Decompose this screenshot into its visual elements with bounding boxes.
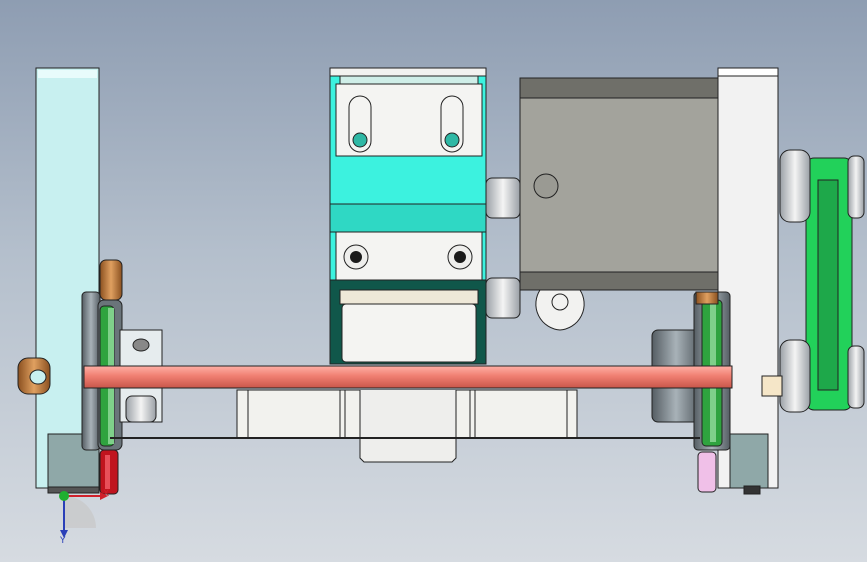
x-axis-label: X	[103, 489, 110, 499]
bronze-bushing-shaft-end	[17, 357, 51, 395]
coordinate-triad[interactable]	[59, 491, 108, 538]
y-axis-label: Y	[60, 536, 66, 546]
motor-housing[interactable]	[519, 77, 719, 331]
lower-base-block	[236, 389, 578, 463]
timing-belt[interactable]	[805, 157, 853, 411]
cad-viewport[interactable]: X Y	[0, 0, 867, 562]
drive-shaft[interactable]	[83, 365, 733, 389]
red-roller[interactable]	[99, 449, 119, 495]
air-fitting-upper	[485, 177, 521, 219]
belt-shaft-stub	[761, 375, 783, 397]
slider-block[interactable]	[329, 67, 487, 365]
air-fitting-lower	[485, 277, 521, 319]
assembly-drawing	[17, 67, 865, 538]
pink-roller[interactable]	[697, 451, 717, 493]
bronze-bushing-upper	[99, 259, 123, 301]
z-axis-dot	[59, 491, 69, 501]
